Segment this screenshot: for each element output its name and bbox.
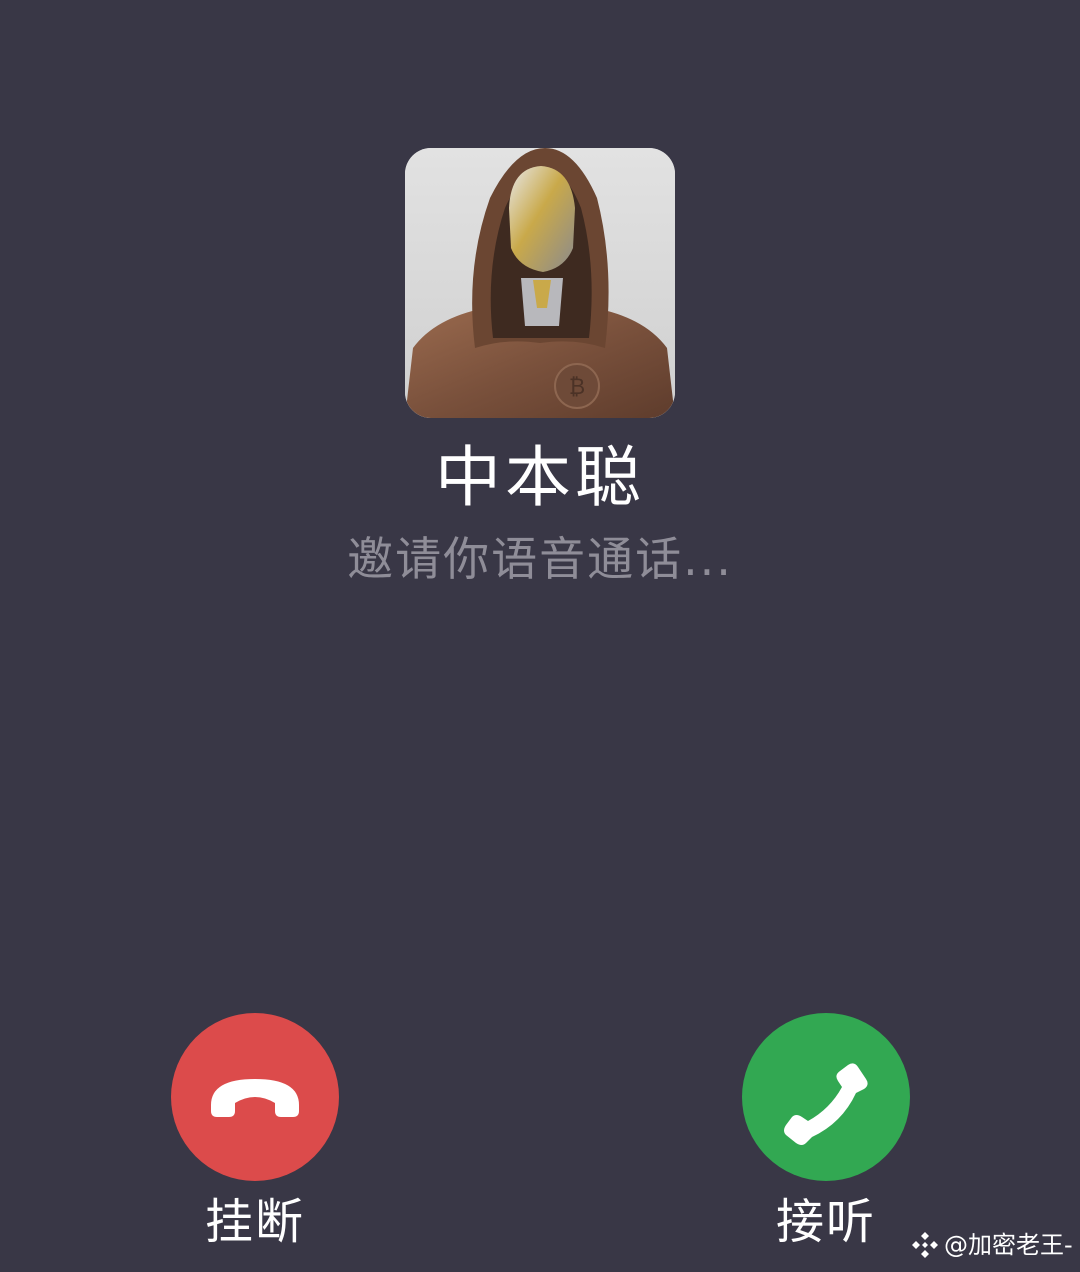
- incoming-call-screen: ₿ 中本聪 邀请你语音通话... 挂断 接听 @加密老王-: [0, 0, 1080, 1272]
- phone-hangup-icon: [205, 1047, 305, 1147]
- caller-avatar: ₿: [405, 148, 675, 418]
- accept-label: 接听: [775, 1194, 876, 1250]
- svg-text:₿: ₿: [569, 375, 585, 400]
- decline-label: 挂断: [204, 1194, 305, 1250]
- diamond-logo-icon: [910, 1230, 940, 1260]
- call-status: 邀请你语音通话...: [347, 532, 733, 586]
- decline-call-button[interactable]: [171, 1013, 339, 1181]
- watermark-text: @加密老王-: [944, 1231, 1073, 1259]
- phone-answer-icon: [776, 1047, 876, 1147]
- watermark: @加密老王-: [910, 1228, 1073, 1262]
- caller-name: 中本聪: [435, 439, 645, 516]
- accept-call-button[interactable]: [742, 1013, 910, 1181]
